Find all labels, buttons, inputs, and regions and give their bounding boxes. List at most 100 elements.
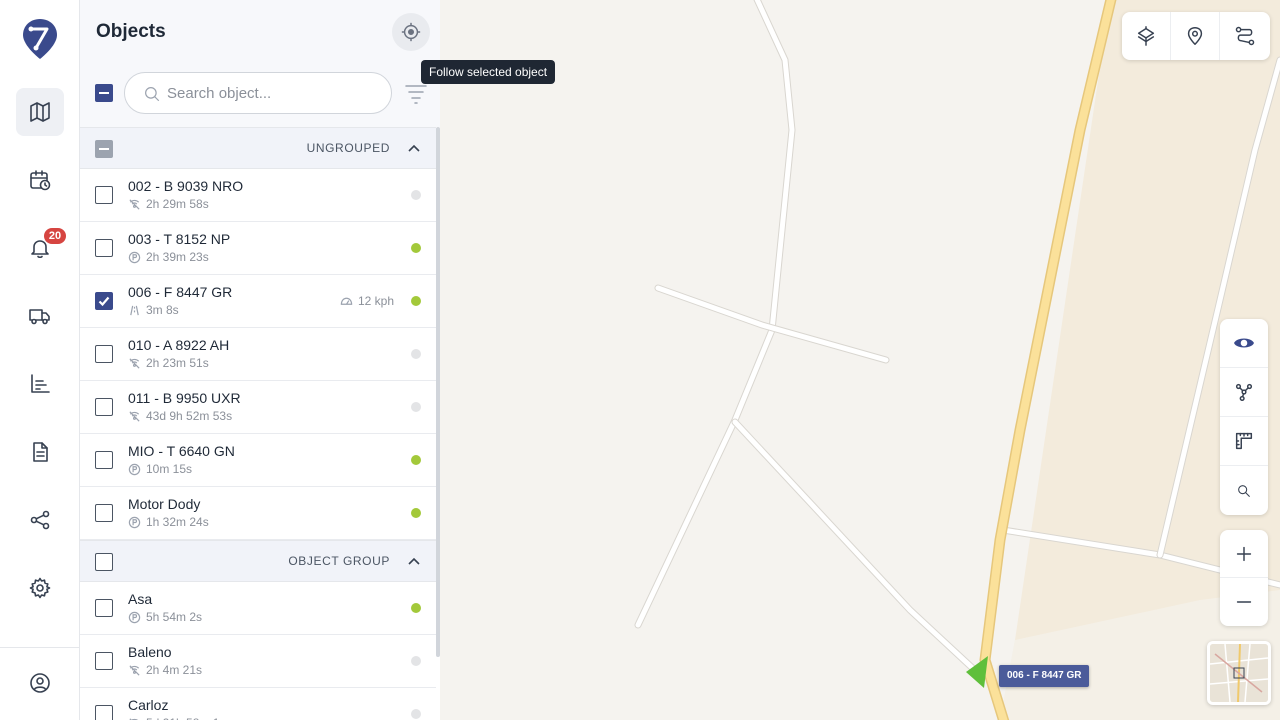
object-checkbox[interactable]: [95, 239, 113, 257]
object-name: Carloz: [128, 697, 169, 713]
object-checkbox[interactable]: [95, 292, 113, 310]
object-name: 010 - A 8922 AH: [128, 337, 230, 353]
object-name: 011 - B 9950 UXR: [128, 390, 241, 406]
search-icon: [145, 87, 160, 102]
nav-reports[interactable]: [16, 360, 64, 408]
bar-chart-icon: [31, 374, 50, 393]
zoom-in-button[interactable]: [1220, 530, 1268, 578]
object-row[interactable]: 002 - B 9039 NRO 2h 29m 58s: [80, 169, 436, 222]
nav-share[interactable]: [16, 496, 64, 544]
nav-profile[interactable]: [16, 659, 64, 707]
no-signal-icon: [129, 410, 140, 422]
nav-map[interactable]: [16, 88, 64, 136]
truck-icon: [29, 309, 50, 325]
search-icon: [1238, 484, 1250, 497]
object-duration: 1h 32m 24s: [146, 515, 209, 529]
nav-settings[interactable]: [16, 564, 64, 612]
notification-badge: 20: [44, 228, 66, 244]
group-checkbox[interactable]: [95, 140, 113, 158]
object-status: 5h 54m 2s: [128, 610, 202, 624]
status-dot: [411, 656, 421, 666]
nav-vehicles[interactable]: [16, 292, 64, 340]
object-name: Asa: [128, 591, 153, 607]
route-button[interactable]: [1220, 12, 1269, 60]
group-header[interactable]: UNGROUPED: [80, 127, 436, 169]
status-dot: [411, 190, 421, 200]
nav-schedule[interactable]: [16, 156, 64, 204]
calendar-clock-icon: [30, 170, 51, 191]
pin-button[interactable]: [1171, 12, 1220, 60]
object-name: Motor Dody: [128, 496, 201, 512]
chevron-up-icon[interactable]: [406, 554, 422, 570]
layers-icon: [1137, 26, 1155, 46]
vehicle-marker[interactable]: [966, 656, 996, 688]
object-checkbox[interactable]: [95, 186, 113, 204]
map-search-button[interactable]: [1220, 466, 1268, 515]
parking-icon: [128, 463, 141, 475]
layers-button[interactable]: [1122, 12, 1171, 60]
object-row[interactable]: Carloz 5d 21h 58m 1s: [80, 688, 436, 720]
vehicle-label[interactable]: 006 - F 8447 GR: [999, 665, 1090, 687]
status-dot: [411, 243, 421, 253]
object-checkbox[interactable]: [95, 705, 113, 720]
select-all-checkbox[interactable]: [95, 84, 113, 102]
object-duration: 5h 54m 2s: [146, 610, 203, 624]
object-row[interactable]: Asa 5h 54m 2s: [80, 582, 436, 635]
ruler-button[interactable]: [1220, 417, 1268, 466]
no-signal-icon: [129, 357, 140, 369]
filter-button[interactable]: [404, 82, 428, 104]
chevron-up-icon[interactable]: [406, 141, 422, 157]
nodes-icon: [1235, 383, 1253, 401]
object-checkbox[interactable]: [95, 599, 113, 617]
ruler-icon: [1235, 432, 1253, 450]
object-checkbox[interactable]: [95, 398, 113, 416]
follow-tooltip: Follow selected object: [421, 60, 556, 84]
object-checkbox[interactable]: [95, 345, 113, 363]
pin-icon: [1187, 27, 1203, 45]
object-row[interactable]: 011 - B 9950 UXR 43d 9h 52m 53s: [80, 381, 436, 434]
search-box: [124, 72, 392, 114]
object-row[interactable]: Motor Dody 1h 32m 24s: [80, 487, 436, 540]
object-row[interactable]: Baleno 2h 4m 21s: [80, 635, 436, 688]
object-status: 2h 29m 58s: [128, 197, 209, 211]
follow-selected-button[interactable]: [392, 13, 430, 51]
no-signal-icon: [129, 198, 140, 210]
object-name: Baleno: [128, 644, 172, 660]
search-input[interactable]: [167, 73, 377, 113]
no-signal-icon: [129, 717, 139, 720]
road-icon: [130, 305, 139, 315]
map-canvas[interactable]: [440, 0, 1280, 720]
status-dot: [411, 709, 421, 719]
object-duration: 3m 8s: [146, 303, 179, 317]
object-status: 1h 32m 24s: [128, 515, 209, 529]
object-duration: 5d 21h 58m 1s: [146, 716, 225, 720]
object-list[interactable]: UNGROUPED 002 - B 9039 NRO 2h 29m 58s 003 -…: [80, 127, 436, 720]
nodes-button[interactable]: [1220, 368, 1268, 417]
minimap[interactable]: [1207, 641, 1271, 705]
object-status: 43d 9h 52m 53s: [128, 409, 232, 423]
nav-notifications[interactable]: 20: [16, 224, 66, 272]
group-header[interactable]: OBJECT GROUP: [80, 540, 436, 582]
object-checkbox[interactable]: [95, 504, 113, 522]
speedometer-icon: [340, 297, 353, 305]
visibility-button[interactable]: [1220, 319, 1268, 368]
map-icon: [30, 102, 50, 122]
object-row[interactable]: 006 - F 8447 GR 3m 8s 12 kph: [80, 275, 436, 328]
zoom-out-button[interactable]: [1220, 578, 1268, 626]
object-row[interactable]: MIO - T 6640 GN 10m 15s: [80, 434, 436, 487]
object-status: 2h 39m 23s: [128, 250, 209, 264]
object-row[interactable]: 010 - A 8922 AH 2h 23m 51s: [80, 328, 436, 381]
status-dot: [411, 603, 421, 613]
app-logo[interactable]: [22, 18, 58, 60]
zoom-controls: [1220, 530, 1268, 626]
object-status: 2h 23m 51s: [128, 356, 209, 370]
object-checkbox[interactable]: [95, 652, 113, 670]
object-status: 2h 4m 21s: [128, 663, 202, 677]
nav-documents[interactable]: [16, 428, 64, 476]
object-row[interactable]: 003 - T 8152 NP 2h 39m 23s: [80, 222, 436, 275]
parking-icon: [128, 516, 141, 528]
map-view[interactable]: 006 - F 8447 GR: [440, 0, 1280, 720]
object-checkbox[interactable]: [95, 451, 113, 469]
group-checkbox[interactable]: [95, 553, 113, 571]
object-duration: 10m 15s: [146, 462, 193, 476]
